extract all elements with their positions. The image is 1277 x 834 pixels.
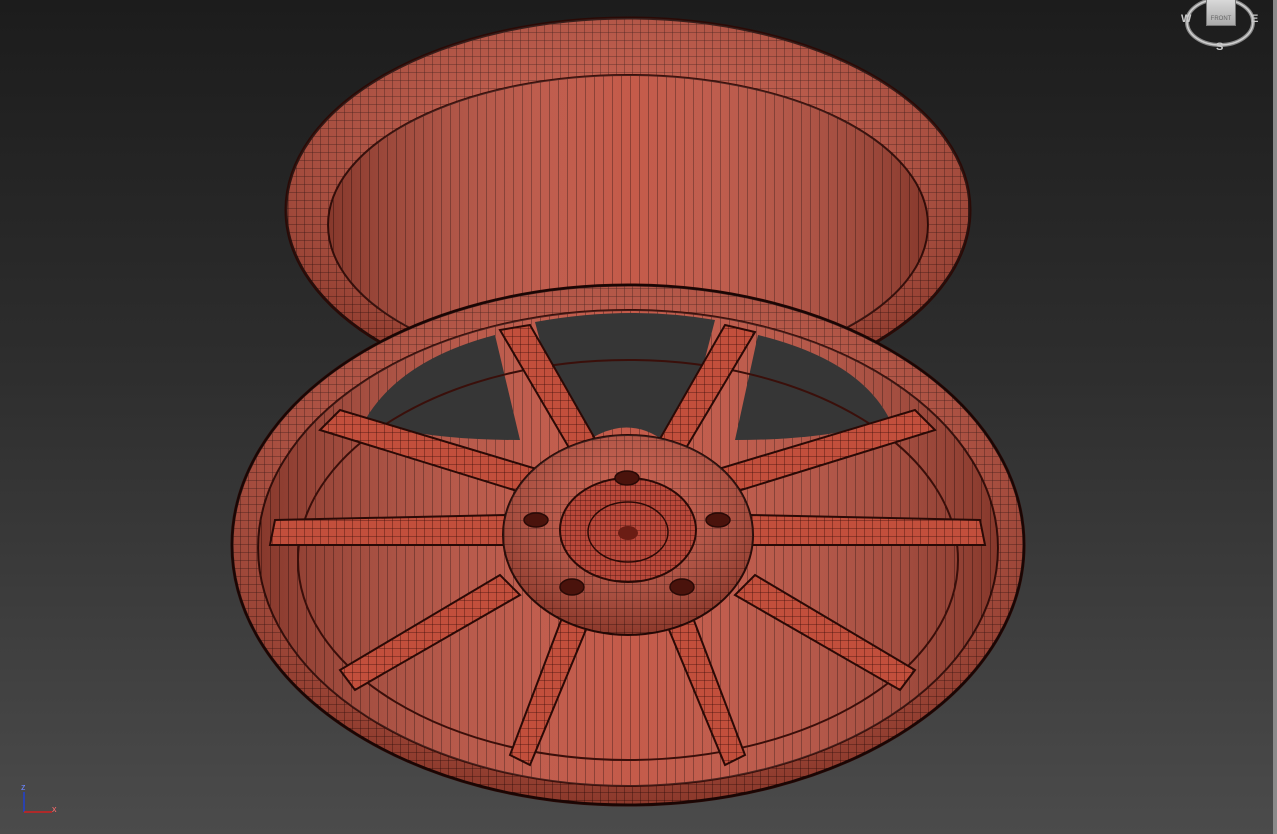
compass-east-label[interactable]: E <box>1251 13 1258 25</box>
axis-z-label: z <box>21 782 26 792</box>
viewport-border <box>1273 0 1277 834</box>
axis-x-label: x <box>52 804 57 814</box>
compass-south-label[interactable]: S <box>1216 41 1223 53</box>
3d-viewport[interactable]: FRONT W E S z x <box>0 0 1277 834</box>
viewcube[interactable]: FRONT W E S <box>1178 0 1266 58</box>
compass-west-label[interactable]: W <box>1181 13 1191 25</box>
wheel-model[interactable] <box>0 0 1277 834</box>
viewcube-front-face[interactable]: FRONT <box>1206 0 1236 26</box>
axis-tripod: z x <box>18 782 62 818</box>
